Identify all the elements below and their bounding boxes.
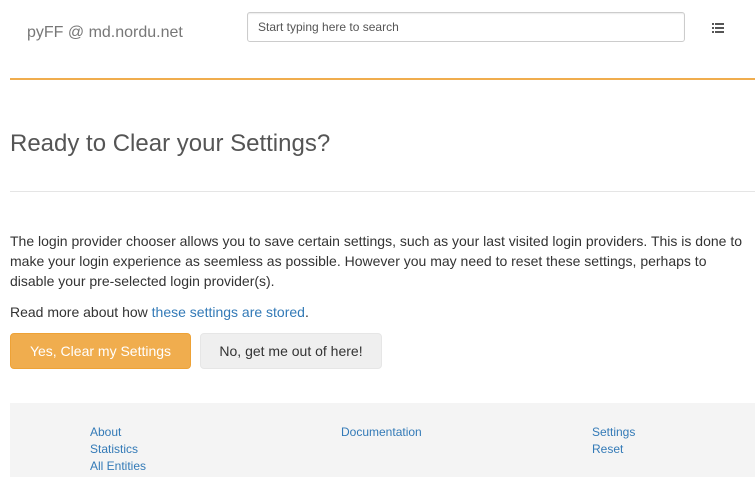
list-icon[interactable] — [712, 21, 724, 33]
footer-link-statistics[interactable]: Statistics — [90, 441, 146, 458]
navbar: pyFF @ md.nordu.net — [0, 0, 755, 80]
search-input[interactable] — [247, 12, 685, 42]
settings-stored-link[interactable]: these settings are stored — [152, 304, 305, 320]
footer-column-3: Settings Reset — [592, 424, 635, 458]
read-more-prefix: Read more about how — [10, 304, 152, 320]
footer-link-all-entities[interactable]: All Entities — [90, 458, 146, 475]
footer-link-settings[interactable]: Settings — [592, 424, 635, 441]
footer-link-about[interactable]: About — [90, 424, 146, 441]
footer-link-documentation[interactable]: Documentation — [341, 424, 422, 441]
read-more-suffix: . — [304, 304, 309, 320]
clear-settings-button[interactable]: Yes, Clear my Settings — [10, 333, 191, 369]
brand-title[interactable]: pyFF @ md.nordu.net — [27, 24, 183, 42]
footer-column-1: About Statistics All Entities — [90, 424, 146, 475]
read-more-text: Read more about how these settings are s… — [10, 302, 309, 322]
page-title: Ready to Clear your Settings? — [10, 130, 331, 157]
navbar-divider — [10, 78, 755, 80]
description-text: The login provider chooser allows you to… — [10, 233, 742, 289]
footer-column-2: Documentation — [341, 424, 422, 441]
cancel-button[interactable]: No, get me out of here! — [200, 333, 382, 369]
footer: About Statistics All Entities Documentat… — [10, 403, 755, 477]
title-divider — [10, 191, 755, 192]
footer-link-reset[interactable]: Reset — [592, 441, 635, 458]
